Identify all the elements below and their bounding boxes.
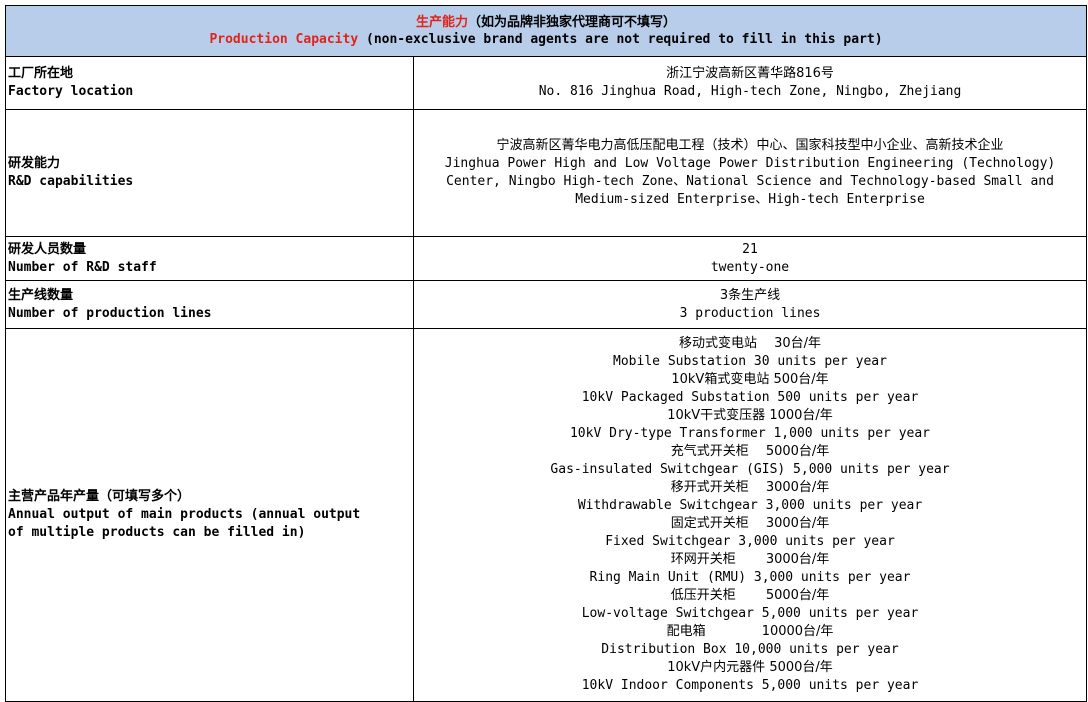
product-line-cn: 10kV干式变压器 1000台/年	[667, 408, 833, 423]
label-cn: 主营产品年产量（可填写多个）	[8, 489, 191, 504]
label-cell-rd-capabilities[interactable]: 研发能力 R&D capabilities	[5, 109, 414, 237]
product-line-en: Low-voltage Switchgear 5,000 units per y…	[581, 606, 919, 621]
label-cell-rd-staff[interactable]: 研发人员数量 Number of R&D staff	[5, 236, 414, 281]
label-en: Factory location	[8, 84, 134, 99]
product-line-en: Ring Main Unit (RMU) 3,000 units per yea…	[589, 570, 911, 585]
value-cell-rd-staff[interactable]: 21 twenty-one	[412, 236, 1088, 281]
product-line-cn: 移动式变电站 30台/年	[678, 336, 822, 351]
product-line-cn: 低压开关柜 5000台/年	[670, 588, 830, 603]
header-title-cn-note: （如为品牌非独家代理商可不填写）	[468, 15, 677, 30]
production-capacity-table: 生产能力（如为品牌非独家代理商可不填写） Production Capacity…	[4, 5, 1088, 702]
value-line: No. 816 Jinghua Road, High-tech Zone, Ni…	[538, 84, 962, 99]
label-cn: 研发人员数量	[8, 241, 87, 257]
value-cell-rd-capabilities[interactable]: 宁波高新区菁华电力高低压配电工程（技术）中心、国家科技型中小企业、高新技术企业 …	[412, 109, 1088, 237]
label-cn: 生产线数量	[8, 287, 74, 303]
row-rd-staff: 研发人员数量 Number of R&D staff 21 twenty-one	[5, 236, 1088, 281]
product-line-cn: 10kV户内元器件 5000台/年	[667, 660, 833, 675]
product-line-cn: 环网开关柜 3000台/年	[670, 552, 830, 567]
label-cell-production-lines[interactable]: 生产线数量 Number of production lines	[5, 280, 414, 329]
label-cn: 工厂所在地	[8, 66, 74, 81]
product-line-en: Gas-insulated Switchgear (GIS) 5,000 uni…	[550, 462, 950, 477]
label-en: R&D capabilities	[8, 174, 134, 189]
label-cn: 研发能力	[8, 156, 61, 171]
value-line: 3条生产线	[719, 287, 781, 303]
label-en: Number of R&D staff	[8, 259, 157, 275]
product-line-cn: 配电箱 10000台/年	[666, 624, 834, 639]
value-line: 浙江宁波高新区菁华路816号	[666, 66, 834, 81]
product-line-en: Withdrawable Switchgear 3,000 units per …	[577, 498, 923, 513]
row-rd-capabilities: 研发能力 R&D capabilities 宁波高新区菁华电力高低压配电工程（技…	[5, 109, 1088, 237]
header-title-en-note: (non-exclusive brand agents are not requ…	[358, 32, 883, 47]
value-line: 21	[742, 241, 758, 257]
product-line-cn: 移开式开关柜 3000台/年	[670, 480, 830, 495]
value-text-cn: 宁波高新区菁华电力高低压配电工程（技术）中心、国家科技型中小企业、高新技术企业	[496, 138, 1004, 153]
row-factory-location: 工厂所在地 Factory location 浙江宁波高新区菁华路816号 No…	[5, 56, 1088, 110]
product-line-en: 10kV Indoor Components 5,000 units per y…	[581, 678, 919, 693]
product-line-cn: 10kV箱式变电站 500台/年	[671, 372, 829, 387]
product-line-cn: 充气式开关柜 5000台/年	[670, 444, 830, 459]
label-en: Number of production lines	[8, 305, 212, 321]
product-line-cn: 固定式开关柜 3000台/年	[670, 516, 830, 531]
label-cell-annual-output[interactable]: 主营产品年产量（可填写多个） Annual output of main pro…	[5, 328, 414, 702]
header-cell[interactable]: 生产能力（如为品牌非独家代理商可不填写） Production Capacity…	[4, 5, 1088, 57]
label-en: Annual output of main products (annual o…	[8, 507, 361, 540]
row-annual-output: 主营产品年产量（可填写多个） Annual output of main pro…	[5, 328, 1088, 702]
value-cell-factory-location[interactable]: 浙江宁波高新区菁华路816号 No. 816 Jinghua Road, Hig…	[412, 56, 1088, 110]
header-row: 生产能力（如为品牌非独家代理商可不填写） Production Capacity…	[4, 5, 1088, 57]
product-line-en: 10kV Dry-type Transformer 1,000 units pe…	[569, 426, 931, 441]
product-line-en: Distribution Box 10,000 units per year	[601, 642, 899, 657]
header-title-cn: 生产能力	[415, 15, 468, 30]
value-line: 3 production lines	[679, 305, 821, 321]
label-cell-factory-location[interactable]: 工厂所在地 Factory location	[5, 56, 414, 110]
header-title-en: Production Capacity	[209, 32, 359, 47]
row-production-lines: 生产线数量 Number of production lines 3条生产线 3…	[5, 280, 1088, 329]
value-cell-production-lines[interactable]: 3条生产线 3 production lines	[412, 280, 1088, 329]
product-line-en: Fixed Switchgear 3,000 units per year	[605, 534, 895, 549]
product-line-en: 10kV Packaged Substation 500 units per y…	[581, 390, 919, 405]
value-cell-annual-output[interactable]: 移动式变电站 30台/年 Mobile Substation 30 units …	[412, 328, 1088, 702]
value-line: twenty-one	[710, 259, 790, 275]
product-line-en: Mobile Substation 30 units per year	[613, 354, 887, 369]
value-text-en: Jinghua Power High and Low Voltage Power…	[444, 156, 1056, 207]
